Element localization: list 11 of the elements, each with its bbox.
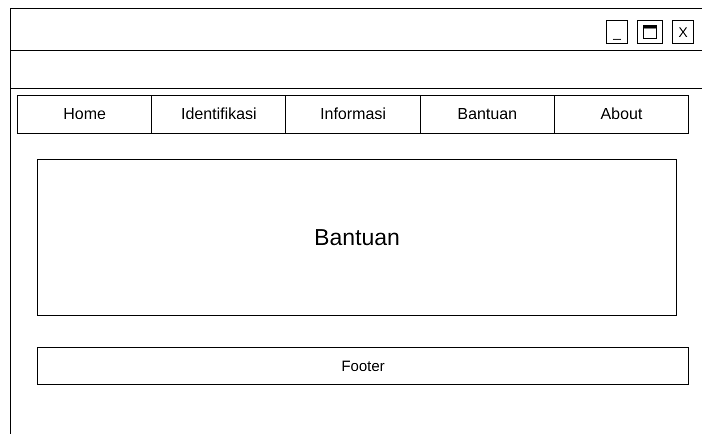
nav-tab[interactable]: Home (17, 95, 152, 134)
maximize-button[interactable] (637, 20, 663, 44)
content-title: Bantuan (314, 224, 400, 251)
nav-tab[interactable]: Bantuan (420, 95, 555, 134)
window-button[interactable]: X (672, 20, 694, 44)
nav-tab[interactable]: Informasi (285, 95, 421, 134)
window-button[interactable]: _ (606, 20, 628, 44)
nav-tab[interactable]: Identifikasi (151, 95, 286, 134)
footer: Footer (37, 347, 689, 385)
nav-tab[interactable]: About (554, 95, 690, 134)
maximize-icon (643, 24, 657, 38)
